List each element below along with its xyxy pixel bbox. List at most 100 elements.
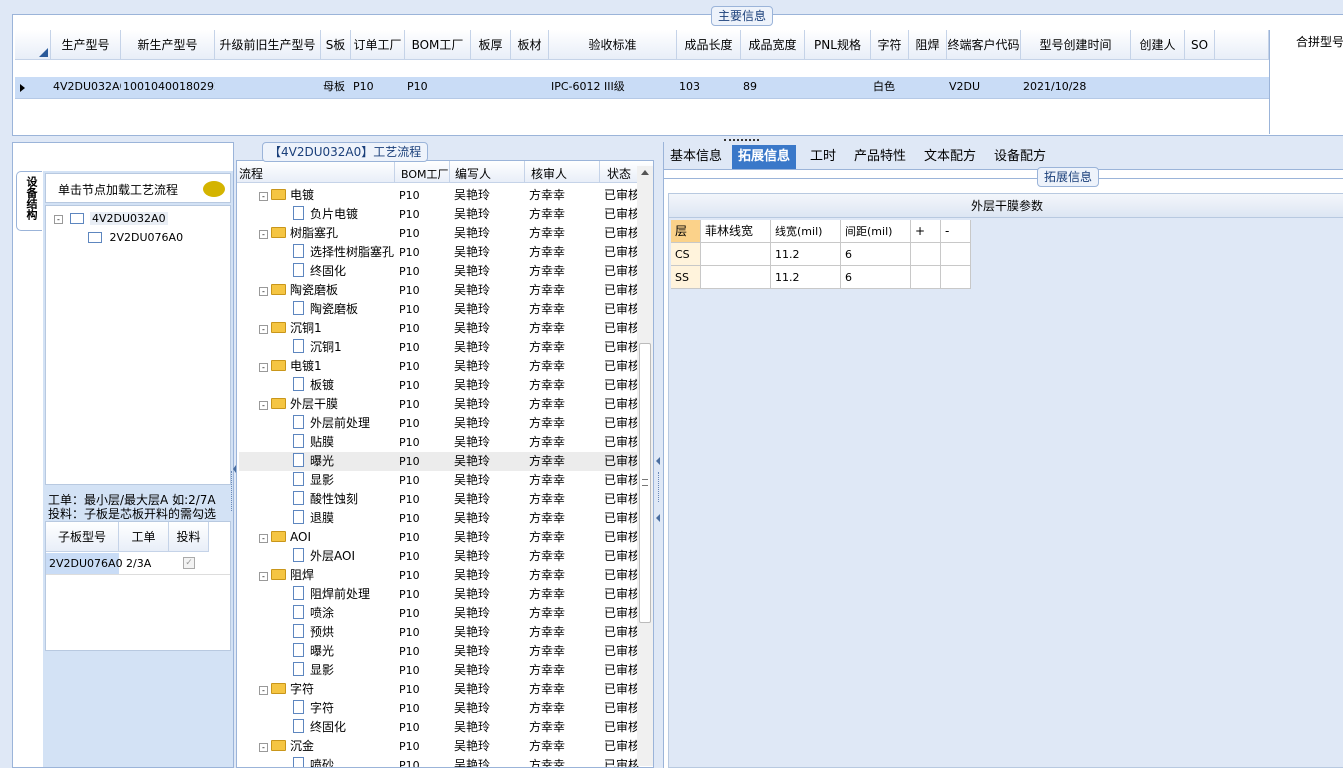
process-step-row[interactable]: 酸性蚀刻 P10 吴艳玲 方幸幸 已审核 [239,490,639,509]
process-group-row[interactable]: - 树脂塞孔 P10 吴艳玲 方幸幸 已审核 [239,224,639,243]
collapse-icon[interactable]: - [259,192,268,201]
process-step-row[interactable]: 喷涂 P10 吴艳玲 方幸幸 已审核 [239,604,639,623]
collapse-left-icon[interactable] [656,457,660,465]
process-group-row[interactable]: - AOI P10 吴艳玲 方幸幸 已审核 [239,528,639,547]
param-cell[interactable]: 6 [841,266,911,289]
col-bom[interactable]: BOM工厂 [401,166,449,182]
cell-pnl-spec[interactable] [805,77,871,97]
process-step-row[interactable]: 板镀 P10 吴艳玲 方幸幸 已审核 [239,376,639,395]
process-step-row[interactable]: 陶瓷磨板 P10 吴艳玲 方幸幸 已审核 [239,300,639,319]
layer-cell[interactable]: CS [671,243,701,266]
param-cell[interactable] [911,266,941,289]
add-button[interactable]: + [911,220,941,243]
grid-corner[interactable] [15,30,51,60]
process-group-row[interactable]: - 沉铜1 P10 吴艳玲 方幸幸 已审核 [239,319,639,338]
col-old-production-model[interactable]: 升级前旧生产型号 [215,30,321,60]
left-splitter[interactable] [233,465,236,545]
process-step-row[interactable]: 终固化 P10 吴艳玲 方幸幸 已审核 [239,262,639,281]
tab-extension-info[interactable]: 拓展信息 [732,145,797,169]
cell-new-production-model[interactable]: 10010400180292 [121,77,215,97]
process-group-row[interactable]: - 字符 P10 吴艳玲 方幸幸 已审核 [239,680,639,699]
col-bom-factory[interactable]: BOM工厂 [405,30,471,60]
process-step-row[interactable]: 贴膜 P10 吴艳玲 方幸幸 已审核 [239,433,639,452]
col-line-width[interactable]: 线宽(mil) [771,220,841,243]
process-step-row[interactable]: 喷砂 P10 吴艳玲 方幸幸 已审核 [239,756,639,767]
process-group-row[interactable]: - 沉金 P10 吴艳玲 方幸幸 已审核 [239,737,639,756]
cell-bom-factory[interactable]: P10 [405,77,471,97]
cell-creator[interactable] [1131,77,1185,97]
process-step-row[interactable]: 显影 P10 吴艳玲 方幸幸 已审核 [239,471,639,490]
selected-row[interactable]: 4V2DU032A0 10010400180292 母板 P10 P10 IPC-6012… [15,77,1269,99]
cell-order-factory[interactable]: P10 [351,77,405,97]
col-acceptance-standard[interactable]: 验收标准 [549,30,677,60]
cell-old-production-model[interactable] [215,77,321,97]
cell-product-width[interactable]: 89 [741,77,805,97]
tab-product-features[interactable]: 产品特性 [848,145,912,169]
layer-cell[interactable]: SS [671,266,701,289]
process-step-row[interactable]: 外层AOI P10 吴艳玲 方幸幸 已审核 [239,547,639,566]
col-pnl-spec[interactable]: PNL规格 [805,30,871,60]
collapse-icon[interactable]: - [259,743,268,752]
col-board-material[interactable]: 板材 [511,30,549,60]
cell-production-model[interactable]: 4V2DU032A0 [51,77,121,97]
param-cell[interactable] [941,266,971,289]
param-cell[interactable]: 11.2 [771,243,841,266]
collapse-icon[interactable] [233,465,236,473]
tab-basic-info[interactable]: 基本信息 [664,145,728,169]
param-cell[interactable]: 11.2 [771,266,841,289]
col-layer[interactable]: 层 [671,220,701,243]
cell-so[interactable] [1185,77,1215,97]
center-splitter[interactable] [655,142,663,768]
tree-node-child[interactable]: 2V2DU076A0 [88,231,183,244]
collapse-icon[interactable]: - [259,287,268,296]
col-product-length[interactable]: 成品长度 [677,30,741,60]
col-status[interactable]: 状态 [607,165,631,182]
process-step-row[interactable]: 退膜 P10 吴艳玲 方幸幸 已审核 [239,509,639,528]
vertical-scrollbar[interactable] [637,166,653,766]
process-group-row[interactable]: - 电镀1 P10 吴艳玲 方幸幸 已审核 [239,357,639,376]
col-flow[interactable]: 流程 [239,165,263,182]
scroll-thumb[interactable] [639,343,651,623]
cell-s-board[interactable]: 母板 [321,77,351,97]
col-creator[interactable]: 创建人 [1131,30,1185,60]
collapse-icon[interactable]: - [259,230,268,239]
cell-product-length[interactable]: 103 [677,77,741,97]
col-sub-model[interactable]: 子板型号 [46,522,119,552]
param-cell[interactable] [701,243,771,266]
feed-checkbox[interactable]: ✓ [183,557,195,569]
collapse-icon[interactable]: - [259,401,268,410]
cell-board-thickness[interactable] [471,77,511,97]
collapse-left-icon-2[interactable] [656,514,660,522]
col-solder-mask[interactable]: 阻焊 [909,30,947,60]
col-board-thickness[interactable]: 板厚 [471,30,511,60]
col-writer[interactable]: 编写人 [455,165,491,182]
process-group-row[interactable]: - 外层干膜 P10 吴艳玲 方幸幸 已审核 [239,395,639,414]
col-end-customer-code[interactable]: 终端客户代码 [947,30,1021,60]
process-group-row[interactable]: - 阻焊 P10 吴艳玲 方幸幸 已审核 [239,566,639,585]
col-spacing[interactable]: 间距(mil) [841,220,911,243]
collapse-icon[interactable]: - [259,325,268,334]
col-product-width[interactable]: 成品宽度 [741,30,805,60]
sub-board-row[interactable]: 2V2DU076A0 2/3A ✓ [46,553,230,575]
process-step-row[interactable]: 选择性树脂塞孔 P10 吴艳玲 方幸幸 已审核 [239,243,639,262]
cell-solder-mask[interactable] [909,77,947,97]
col-s-board[interactable]: S板 [321,30,351,60]
col-production-model[interactable]: 生产型号 [51,30,121,60]
collapse-icon[interactable]: - [259,534,268,543]
cell-board-material[interactable] [511,77,549,97]
process-step-row[interactable]: 预烘 P10 吴艳玲 方幸幸 已审核 [239,623,639,642]
col-order-factory[interactable]: 订单工厂 [351,30,405,60]
tree-node-root[interactable]: - 4V2DU032A0 [54,212,168,225]
process-group-row[interactable]: - 电镀 P10 吴艳玲 方幸幸 已审核 [239,186,639,205]
col-film-width[interactable]: 菲林线宽 [701,220,771,243]
vertical-tab-structure[interactable]: 设备结构 [16,171,42,231]
collapse-icon[interactable]: - [259,686,268,695]
tab-equipment-recipe[interactable]: 设备配方 [988,145,1052,169]
cell-model-create-time[interactable]: 2021/10/28 [1021,77,1131,97]
cell-acceptance-standard[interactable]: IPC-6012 III级 [549,77,677,97]
param-cell[interactable] [911,243,941,266]
process-step-row[interactable]: 外层前处理 P10 吴艳玲 方幸幸 已审核 [239,414,639,433]
col-so[interactable]: SO [1185,30,1215,60]
process-step-row[interactable]: 曝光 P10 吴艳玲 方幸幸 已审核 [239,642,639,661]
scroll-up-icon[interactable] [641,170,649,175]
